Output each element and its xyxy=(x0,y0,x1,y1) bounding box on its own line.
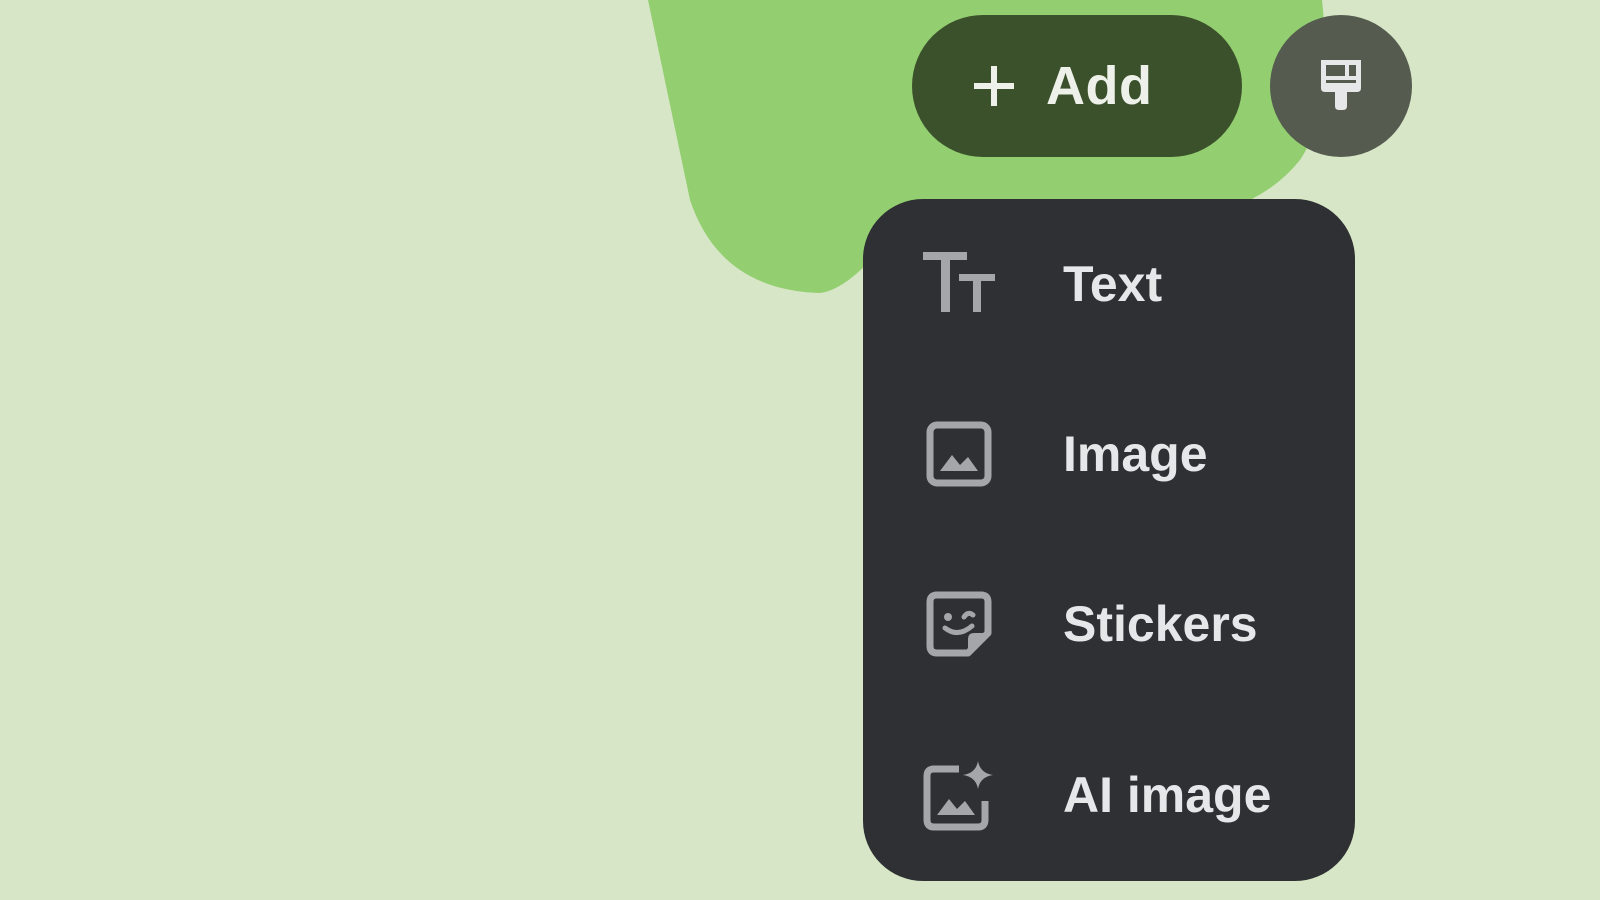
paint-brush-button[interactable] xyxy=(1270,15,1412,157)
image-icon xyxy=(923,418,995,490)
menu-item-label: Stickers xyxy=(1063,596,1258,652)
ai-image-icon xyxy=(923,759,995,831)
sticker-icon xyxy=(923,588,995,660)
text-format-icon xyxy=(923,248,995,320)
add-button-label: Add xyxy=(1046,56,1153,116)
menu-item-label: AI image xyxy=(1063,767,1272,823)
menu-item-stickers[interactable]: Stickers xyxy=(863,539,1355,709)
paint-brush-icon xyxy=(1317,56,1365,117)
menu-item-image[interactable]: Image xyxy=(863,369,1355,539)
add-button[interactable]: Add xyxy=(912,15,1242,157)
menu-item-label: Text xyxy=(1063,256,1163,312)
menu-item-label: Image xyxy=(1063,426,1208,482)
menu-item-ai-image[interactable]: AI image xyxy=(863,710,1355,880)
plus-icon xyxy=(972,64,1016,108)
menu-item-text[interactable]: Text xyxy=(863,199,1355,369)
add-menu: Text Image Stickers AI image xyxy=(863,199,1355,881)
